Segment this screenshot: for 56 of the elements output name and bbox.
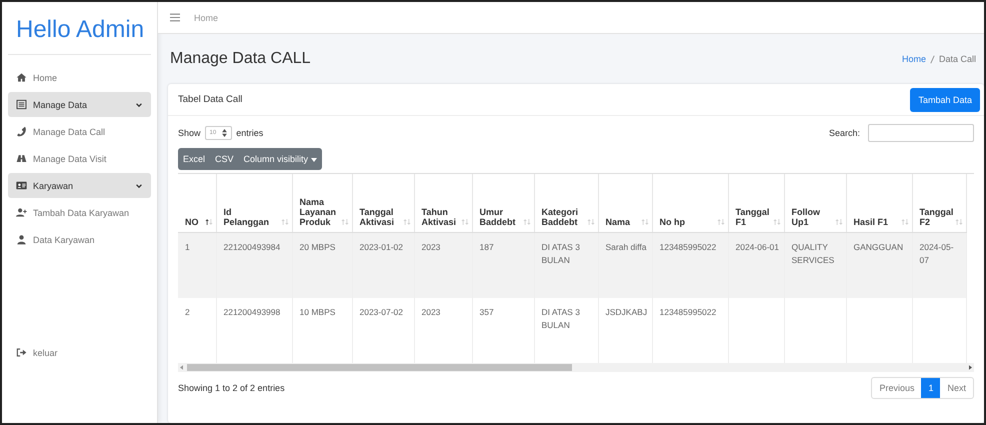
chevron-icon bbox=[135, 100, 143, 108]
export-button[interactable]: Column visibility bbox=[238, 148, 322, 170]
export-button[interactable]: CSV bbox=[210, 148, 239, 170]
sidebar-item[interactable]: Home bbox=[8, 65, 151, 90]
scroll-right-icon[interactable] bbox=[969, 365, 972, 370]
user-plus-icon bbox=[16, 207, 27, 218]
sidebar-item[interactable]: Manage Data Visit bbox=[8, 146, 151, 171]
chevron-icon bbox=[135, 182, 143, 190]
pagination-button[interactable]: 1 bbox=[921, 378, 940, 398]
table-cell: 2023 bbox=[414, 232, 472, 298]
breadcrumb-separator-icon bbox=[930, 54, 935, 64]
table-cell: Sarah diffa bbox=[598, 232, 652, 298]
table-cell: 20 MBPS bbox=[292, 232, 352, 298]
caret-icon bbox=[311, 158, 318, 162]
updown-icon bbox=[222, 129, 228, 137]
sidebar-item[interactable]: Manage Data Call bbox=[8, 119, 151, 144]
table-cell: GANGGUAN bbox=[846, 232, 912, 298]
table-cell: 2024-06-01 bbox=[728, 232, 784, 298]
scroll-left-icon[interactable] bbox=[180, 365, 183, 370]
search-label: Search: bbox=[828, 128, 860, 138]
brand-title: Hello Admin bbox=[15, 15, 146, 45]
table-cell: 123485995022 bbox=[652, 232, 728, 298]
logout-link[interactable]: keluar bbox=[8, 340, 151, 365]
table-cell: 187 bbox=[472, 232, 534, 298]
table-cell: 2023-01-02 bbox=[352, 232, 414, 298]
entries-label: entries bbox=[236, 128, 264, 138]
table-cell: 1 bbox=[178, 232, 216, 298]
sidebar-item[interactable]: Tambah Data Karyawan bbox=[8, 200, 151, 225]
breadcrumb-link[interactable]: Home bbox=[902, 54, 926, 64]
search-field[interactable] bbox=[868, 124, 974, 142]
house-icon bbox=[16, 72, 27, 83]
table-info: Showing 1 to 2 of 2 entries bbox=[178, 383, 285, 393]
add-data-button[interactable]: Tambah Data bbox=[910, 88, 980, 112]
table-cell: 2024-05-07 bbox=[912, 232, 966, 298]
phone-icon bbox=[16, 126, 27, 137]
home-link[interactable]: Home bbox=[194, 12, 218, 22]
user-icon bbox=[16, 234, 27, 245]
sign-out-icon bbox=[16, 347, 27, 358]
id-card-icon bbox=[16, 180, 27, 191]
table-cell: 221200493984 bbox=[216, 232, 292, 298]
breadcrumb-current: Data Call bbox=[938, 54, 976, 64]
table-cell: QUALITY SERVICES bbox=[784, 232, 846, 298]
table-cell: DI ATAS 3 BULAN bbox=[534, 232, 598, 298]
sidebar-item[interactable]: Data Karyawan bbox=[8, 227, 151, 252]
sidebar-item[interactable]: Manage Data bbox=[8, 92, 151, 117]
pagination-button[interactable]: Previous bbox=[872, 378, 922, 398]
binoculars-icon bbox=[16, 153, 27, 164]
pagination-button[interactable]: Next bbox=[940, 378, 973, 398]
show-label: Show bbox=[178, 128, 201, 138]
horizontal-scrollbar[interactable] bbox=[178, 363, 974, 372]
sidebar-item[interactable]: Karyawan bbox=[8, 173, 151, 198]
card-title: Tabel Data Call bbox=[178, 94, 242, 105]
export-button[interactable]: Excel bbox=[178, 148, 210, 170]
list-icon bbox=[16, 99, 27, 110]
menu-icon[interactable] bbox=[170, 13, 180, 22]
page-title: Manage Data CALL bbox=[170, 50, 311, 68]
